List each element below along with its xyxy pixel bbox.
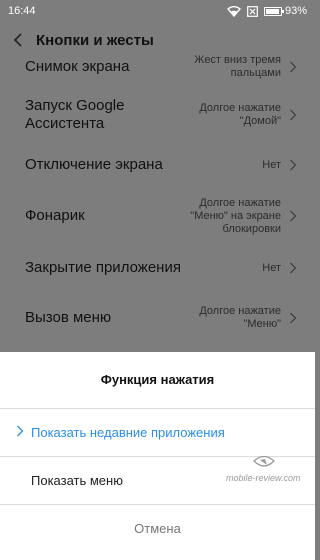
setting-value: Долгое нажатие "Меню": [199, 305, 281, 330]
setting-label: Закрытие приложения: [25, 259, 181, 276]
option-label: Показать меню: [31, 472, 123, 488]
chevron-right-icon: [17, 425, 24, 437]
wifi-icon: [226, 5, 241, 17]
status-time: 16:44: [8, 5, 36, 17]
setting-label: Снимок экрана: [25, 58, 130, 75]
setting-row-flashlight[interactable]: Фонарик Долгое нажатие "Меню" на экране …: [0, 184, 315, 248]
setting-label: Отключение экрана: [25, 156, 163, 173]
chevron-right-icon: [290, 312, 297, 324]
setting-label: Вызов меню: [25, 309, 112, 326]
setting-value: Нет: [262, 158, 281, 171]
sim-x-icon: [247, 5, 258, 17]
chevron-right-icon: [290, 159, 297, 171]
setting-value: Долгое нажатие "Домой": [199, 102, 281, 127]
setting-label: Фонарик: [25, 207, 85, 224]
status-icons: 93%: [226, 5, 307, 17]
battery: 93%: [263, 5, 307, 17]
chevron-right-icon: [290, 210, 297, 222]
setting-row-screenshot[interactable]: Снимок экрана Жест вниз тремя пальцами: [0, 50, 315, 84]
setting-label: Запуск Google Ассистента: [25, 97, 125, 132]
watermark-logo-icon: [253, 455, 275, 467]
page-title: Кнопки и жесты: [36, 31, 154, 49]
status-bar: 16:44 93%: [0, 0, 315, 22]
battery-percent: 93%: [284, 5, 307, 17]
dialog-title: Функция нажатия: [100, 372, 215, 387]
setting-row-close-app[interactable]: Закрытие приложения Нет: [0, 248, 315, 288]
setting-value: Нет: [262, 261, 281, 274]
setting-row-menu-call[interactable]: Вызов меню Долгое нажатие "Меню": [0, 288, 315, 348]
chevron-right-icon: [290, 262, 297, 274]
watermark-text: mobile-review.com: [226, 473, 301, 483]
setting-row-screen-off[interactable]: Отключение экрана Нет: [0, 146, 315, 184]
chevron-right-icon: [290, 109, 297, 121]
battery-icon: [263, 6, 284, 16]
option-recent-apps[interactable]: Показать недавние приложения: [0, 408, 315, 456]
setting-row-google-assistant[interactable]: Запуск Google Ассистента Долгое нажатие …: [0, 84, 315, 146]
option-label: Показать недавние приложения: [31, 424, 225, 440]
back-arrow-icon: [13, 33, 22, 47]
chevron-right-icon: [290, 61, 297, 73]
setting-value: Долгое нажатие "Меню" на экране блокиров…: [190, 196, 281, 235]
cancel-button[interactable]: Отмена: [0, 504, 315, 552]
watermark: mobile-review.com: [226, 455, 306, 493]
setting-value: Жест вниз тремя пальцами: [194, 54, 281, 79]
